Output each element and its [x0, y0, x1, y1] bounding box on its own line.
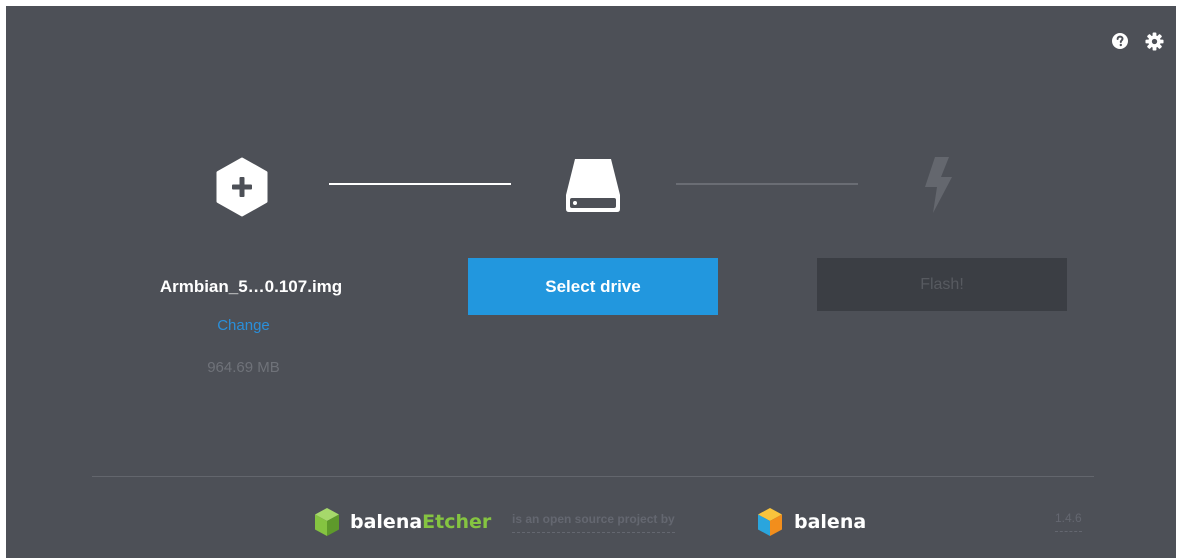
top-toolbar — [1110, 31, 1164, 51]
drive-icon — [562, 154, 624, 216]
select-drive-button[interactable]: Select drive — [468, 258, 718, 315]
change-image-link[interactable]: Change — [186, 317, 301, 334]
footer-divider — [92, 476, 1094, 477]
image-file-size: 964.69 MB — [207, 359, 280, 376]
balena-etcher-logo[interactable]: balena Etcher — [313, 507, 491, 537]
version-link[interactable]: 1.4.6 — [1055, 511, 1082, 532]
balena-logo[interactable]: balena — [756, 507, 866, 537]
app-window: Armbian_5…0.107.img Change 964.69 MB Sel… — [6, 6, 1176, 558]
company-name: balena — [794, 511, 867, 533]
flash-icon — [916, 154, 956, 216]
open-source-link[interactable]: is an open source project by — [512, 512, 675, 533]
step-connector-2 — [676, 183, 858, 185]
settings-icon[interactable] — [1144, 31, 1164, 51]
etcher-cube-icon — [313, 507, 341, 537]
brand-product: Etcher — [422, 511, 492, 533]
step-connector-1 — [329, 183, 511, 185]
brand-prefix: balena — [350, 511, 423, 533]
image-add-icon — [214, 156, 270, 218]
flash-button: Flash! — [817, 258, 1067, 311]
footer: balena Etcher is an open source project b… — [6, 504, 1176, 544]
balena-cube-icon — [756, 507, 784, 537]
help-icon[interactable] — [1110, 31, 1130, 51]
image-file-name: Armbian_5…0.107.img — [159, 277, 343, 296]
